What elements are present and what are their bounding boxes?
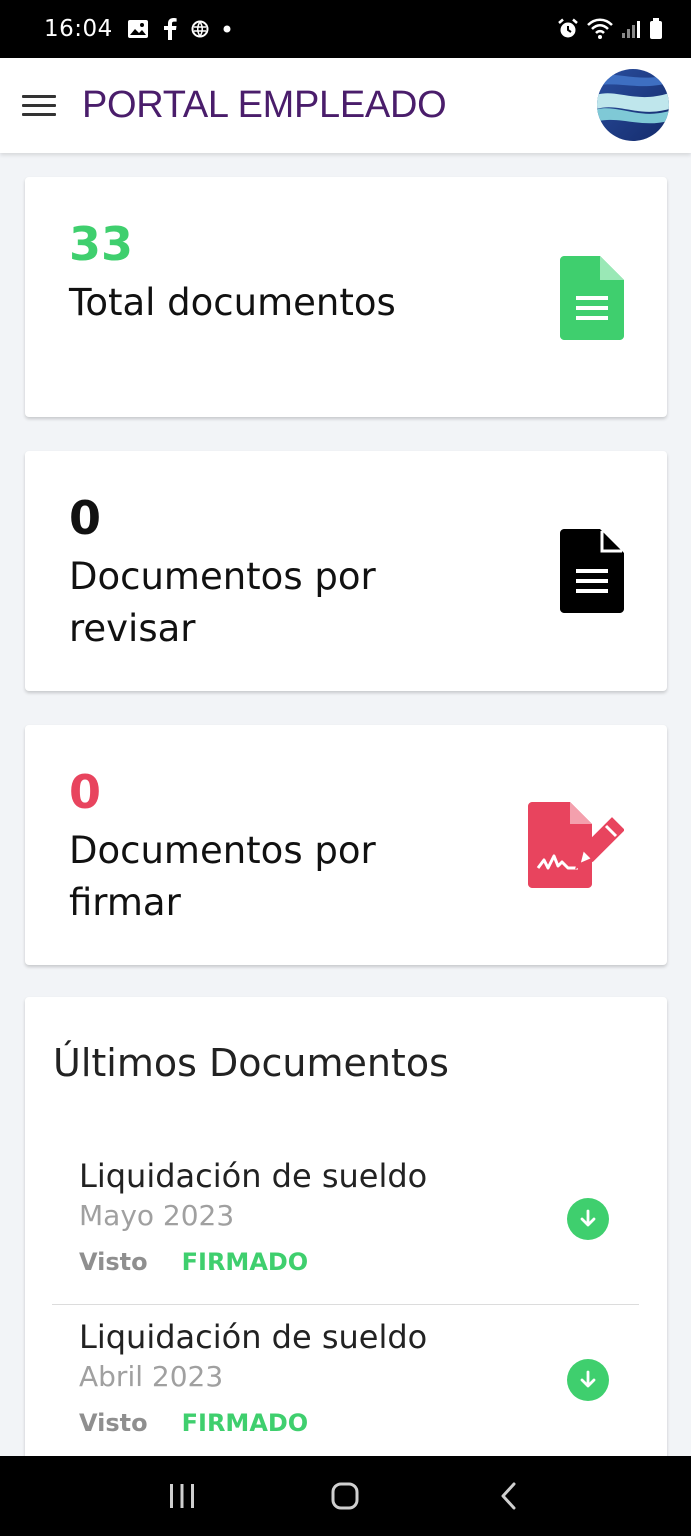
notification-dot-icon: [223, 25, 231, 33]
home-icon: [331, 1482, 359, 1510]
signed-badge: FIRMADO: [181, 1409, 309, 1437]
document-sign-icon: [528, 802, 625, 892]
divider: [52, 1304, 639, 1305]
app-title: PORTAL EMPLEADO: [82, 84, 447, 126]
documents-to-sign-label: Documentos por firmar: [69, 829, 376, 924]
documents-to-review-card[interactable]: 0 Documentos por revisar: [25, 451, 667, 691]
seen-badge: Visto: [79, 1409, 148, 1437]
wifi-icon: [587, 18, 613, 40]
arrow-down-icon: [580, 1370, 596, 1388]
status-bar: 16:04: [0, 0, 691, 58]
arrow-down-icon: [580, 1209, 596, 1227]
total-documents-card[interactable]: 33 Total documentos: [25, 177, 667, 417]
app-bar: PORTAL EMPLEADO: [0, 58, 691, 153]
system-nav-bar: [0, 1456, 691, 1536]
home-button[interactable]: [315, 1466, 375, 1526]
menu-icon[interactable]: [22, 86, 62, 126]
latest-documents-card: Últimos Documentos Liquidación de sueldo…: [25, 997, 667, 1467]
back-button[interactable]: [479, 1466, 539, 1526]
signed-badge: FIRMADO: [181, 1248, 309, 1276]
download-button[interactable]: [567, 1359, 609, 1401]
document-status: Visto FIRMADO: [79, 1248, 308, 1276]
document-status: Visto FIRMADO: [79, 1409, 308, 1437]
download-button[interactable]: [567, 1198, 609, 1240]
list-item[interactable]: Liquidación de sueldo Mayo 2023 Visto FI…: [52, 1145, 639, 1305]
recent-apps-icon: [169, 1484, 194, 1508]
company-logo: [595, 67, 671, 143]
documents-to-sign-card[interactable]: 0 Documentos por firmar: [25, 725, 667, 965]
seen-badge: Visto: [79, 1248, 148, 1276]
battery-icon: [649, 18, 663, 40]
back-icon: [501, 1482, 516, 1510]
document-period: Abril 2023: [79, 1360, 224, 1393]
signal-icon: [621, 19, 641, 39]
gallery-icon: [127, 19, 149, 39]
facebook-icon: [163, 18, 177, 40]
latest-documents-title: Últimos Documentos: [53, 1041, 449, 1085]
status-time: 16:04: [44, 16, 113, 42]
recent-apps-button[interactable]: [152, 1466, 212, 1526]
document-review-icon: [560, 529, 624, 617]
documents-to-sign-count: 0: [69, 765, 102, 819]
list-item[interactable]: Liquidación de sueldo Abril 2023 Visto F…: [52, 1306, 639, 1466]
document-icon: [560, 256, 624, 344]
browser-icon: [191, 20, 209, 38]
alarm-icon: [557, 18, 579, 40]
document-name: Liquidación de sueldo: [79, 1157, 428, 1195]
total-documents-count: 33: [69, 217, 134, 271]
total-documents-label: Total documentos: [69, 281, 396, 324]
document-period: Mayo 2023: [79, 1199, 235, 1232]
documents-to-review-label: Documentos por revisar: [69, 555, 376, 650]
document-name: Liquidación de sueldo: [79, 1318, 428, 1356]
documents-to-review-count: 0: [69, 491, 102, 545]
